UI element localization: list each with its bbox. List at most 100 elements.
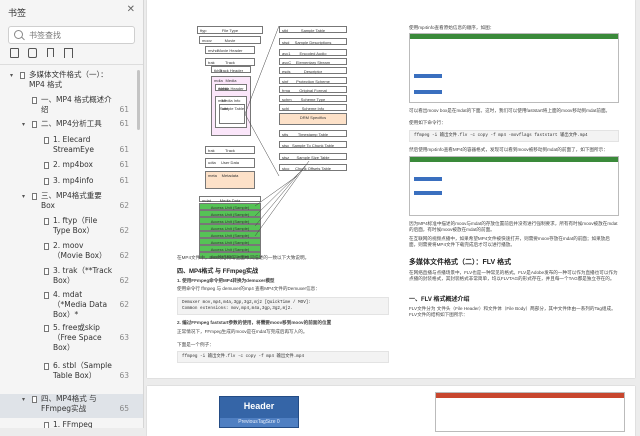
figure-caption: 在MP4文件中，Box的结构与上面中间描述的一致以下大致说明。 — [177, 255, 310, 260]
paragraph: 使用命令行 ffmpeg 与 demuxer的mp4 查看MP4文件的Demux… — [177, 286, 320, 291]
toc-item-label: 3. trak（**Track Box） — [53, 266, 113, 285]
close-icon[interactable]: ✕ — [127, 4, 135, 15]
toc-page-number: 62 — [119, 201, 129, 210]
toc-item[interactable]: 4. mdat（*Media Data Box）* 62 — [0, 290, 143, 320]
toc-item-label: 1. Elecard StreamEye — [53, 135, 94, 154]
toc-item[interactable]: ▾ 三、MP4格式重要Box 62 — [0, 191, 143, 213]
toc-item[interactable]: 1. FFmpeg — [0, 420, 143, 428]
toc-item[interactable]: 3. trak（**Track Box） 62 — [0, 266, 143, 288]
paragraph: 然后使用mp4info查看MP4的容器格式，发现可以看到moov被移动到mdat… — [409, 147, 608, 152]
expand-all-icon[interactable] — [10, 48, 19, 58]
bookmark-sidebar: 书签 ✕ ▾ 多媒体文件格式（一）：MP4 格式一、MP4 格式概述介绍 61 ▾ 二、… — [0, 0, 144, 428]
toc-item[interactable]: 3. mp4info 61 — [0, 176, 143, 188]
connector-line — [254, 160, 310, 237]
window-titlebar — [436, 393, 624, 398]
toc-page-number: 61 — [119, 119, 129, 128]
diagram-connectors — [244, 26, 310, 237]
bookmark-page-icon — [32, 396, 37, 403]
previous-tag-size-label: PreviousTagSize 0 — [220, 418, 298, 427]
toc-item-label: 一、MP4 格式概述介绍 — [41, 95, 112, 114]
expand-arrow-icon[interactable]: ▾ — [22, 192, 28, 200]
toc-item[interactable]: 1. ftyp（File Type Box） 62 — [0, 216, 143, 238]
toc-item[interactable]: ▾ 二、MP4分析工具 61 — [0, 119, 143, 131]
bookmark-page-icon — [44, 162, 49, 169]
toc-item[interactable]: 6. stbl（Sample Table Box） 63 — [0, 361, 143, 391]
toc-page-number: 62 — [119, 300, 129, 309]
code-line: ffmpeg -i 输出文件.flv -c copy -f mp4 输出文件.m… — [182, 354, 305, 359]
expand-arrow-icon[interactable]: ▾ — [10, 71, 16, 79]
subsection-title: 2. 编过FFmpeg faststart参数的使用，将需要moov移到moov… — [177, 320, 332, 325]
bookmark-page-icon — [44, 325, 49, 332]
toc-item[interactable]: 1. Elecard StreamEye 61 — [0, 135, 143, 157]
code-line: Common extensions: mov,mp4,m4a,3gp,3g2,m… — [182, 306, 293, 311]
toc-item-label: 2. moov（Movie Box） — [53, 241, 107, 260]
mp4info-screenshot — [409, 33, 619, 103]
code-block: ffmpeg -i 输出文件.flv -c copy -f mp4 输出文件.m… — [177, 351, 389, 363]
bookmark-search-input[interactable] — [27, 28, 131, 43]
window-titlebar — [410, 34, 618, 39]
paragraph: 下面是一个例子： — [177, 342, 214, 347]
toc-item-label: 三、MP4格式重要Box — [41, 191, 102, 210]
toc-page-number: 62 — [119, 226, 129, 235]
code-block: ffmpeg -i 输出文件.flv -c copy -f mp4 -movfl… — [409, 130, 619, 142]
connector-line — [244, 26, 280, 115]
divider — [0, 64, 143, 65]
bookmark-page-icon — [44, 292, 49, 299]
bookmark-page-icon — [20, 72, 25, 79]
bookmark-page-icon — [32, 97, 37, 104]
collapse-all-icon[interactable] — [28, 48, 37, 58]
connector-line — [244, 113, 280, 177]
expand-arrow-icon[interactable]: ▾ — [22, 120, 28, 128]
bookmark-search[interactable] — [8, 26, 135, 44]
bookmark-page-icon — [44, 243, 49, 250]
toc-item-label: 5. free或skip（Free Space Box） — [53, 323, 102, 352]
connector-line — [254, 170, 302, 217]
highlight-row — [414, 177, 442, 181]
toc-page-number: 62 — [119, 251, 129, 260]
bookmark-page-icon — [44, 268, 49, 275]
toc-page-number: 65 — [119, 404, 129, 413]
search-icon — [14, 30, 23, 39]
highlight-row — [414, 74, 442, 78]
toc-item[interactable]: 5. free或skip（Free Space Box） 63 — [0, 323, 143, 357]
connector-line — [254, 175, 298, 207]
expand-arrow-icon[interactable]: ▾ — [22, 395, 28, 403]
toc-page-number: 62 — [119, 276, 129, 285]
connector-line — [254, 165, 306, 227]
highlight-row — [414, 191, 442, 195]
flv-header-block: Header PreviousTagSize 0 — [219, 396, 299, 428]
section-title: 四、MP4格式 与 FFmpeg实战 — [177, 269, 259, 275]
paragraph: 正常情况下，FFmpeg生成的moov是在mdat写完成后再写入的。 — [177, 329, 308, 334]
toc-item[interactable]: ▾ 四、MP4格式 与 FFmpeg实战 65 — [0, 394, 143, 418]
bookmark-page-icon — [32, 121, 37, 128]
toc-page-number: 61 — [119, 176, 129, 185]
bookmark-page-icon — [44, 422, 49, 428]
toc-item[interactable]: 2. mp4box 61 — [0, 160, 143, 172]
flv-analyzer-screenshot — [435, 392, 625, 432]
add-bookmark-icon[interactable] — [46, 48, 55, 58]
bookmark-page-icon — [44, 137, 49, 144]
paragraph: 在网络直播与点播场景中，FLV也是一种常见的格式。FLV是Adobe发布的一种可… — [409, 270, 618, 281]
toc-page-number: 63 — [119, 371, 129, 380]
toc-item-label: 二、MP4分析工具 — [41, 119, 102, 128]
toc-item-label: 1. ftyp（File Type Box） — [53, 216, 98, 235]
window-titlebar — [410, 157, 618, 162]
pdf-page: Header PreviousTagSize 0 — [147, 386, 635, 436]
bookmark-page-icon — [44, 218, 49, 225]
sidebar-scrollbar[interactable] — [137, 70, 140, 130]
mp4info-screenshot — [409, 156, 619, 216]
section-title: 多媒体文件格式（二）：FLV 格式 — [409, 259, 512, 266]
subsection-title: 一、FLV 格式概述介绍 — [409, 297, 470, 303]
toc-item[interactable]: 一、MP4 格式概述介绍 61 — [0, 95, 143, 117]
paragraph: 使用如下命令行： — [409, 120, 446, 125]
toc-item[interactable]: ▾ 多媒体文件格式（一）：MP4 格式 — [0, 70, 143, 92]
paragraph: 可以看出moov box是在mdat的下面。这时，我们可以使用faststart… — [409, 108, 611, 113]
highlight-row — [414, 90, 442, 94]
bookmark-page-icon — [32, 193, 37, 200]
bookmark-page-icon — [44, 363, 49, 370]
toc-page-number: 61 — [119, 160, 129, 169]
toc-item[interactable]: 2. moov（Movie Box） 62 — [0, 241, 143, 263]
bookmark-icon[interactable] — [64, 48, 73, 58]
mp4-structure-diagram: ftyp File Type moov Movie mvhd Movie Header tr… — [197, 26, 357, 259]
subsection-title: 1. 使用FFmpeg命令把MP4转换为demuxer模型 — [177, 278, 275, 283]
